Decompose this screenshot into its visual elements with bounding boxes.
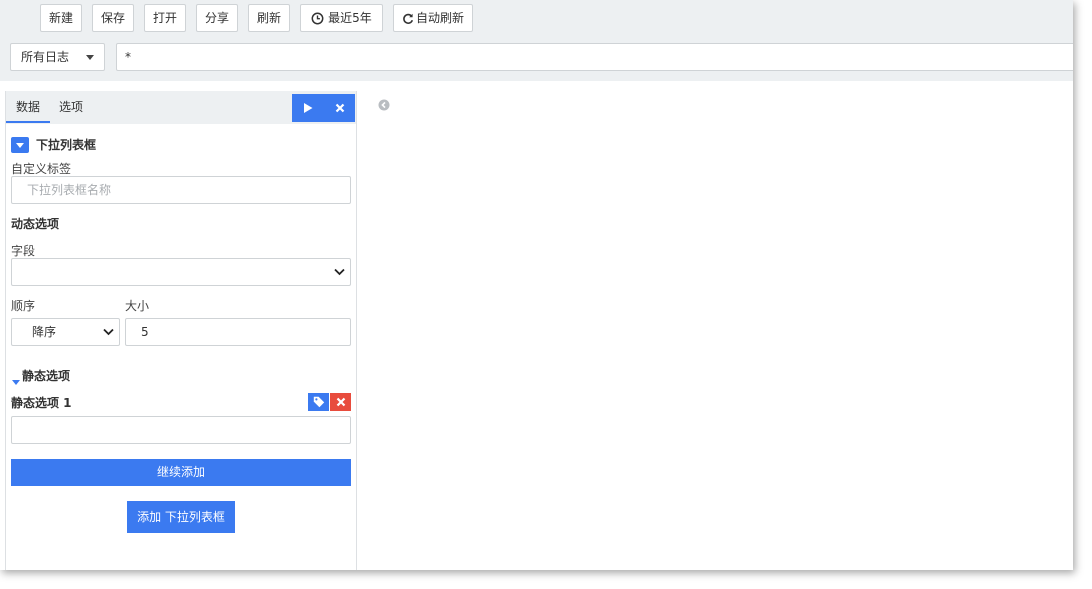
auto-refresh-button[interactable]: 自动刷新 — [393, 4, 473, 32]
clock-icon — [311, 12, 324, 25]
caret-down-icon — [12, 380, 20, 385]
query-input[interactable] — [116, 43, 1073, 71]
order-caption: 顺序 — [11, 299, 36, 313]
remove-option-button[interactable] — [330, 393, 351, 411]
open-button[interactable]: 打开 — [144, 4, 186, 32]
field-caption: 字段 — [11, 244, 36, 258]
static-option-input[interactable] — [11, 416, 351, 444]
log-source-select[interactable]: 所有日志 — [10, 43, 105, 71]
close-icon — [335, 103, 344, 113]
custom-label-caption: 自定义标签 — [11, 162, 72, 176]
search-bar: 所有日志 — [0, 38, 1073, 81]
app-window: 新建 保存 打开 分享 刷新 最近5年 自动刷新 所有日志 数据 选项 — [0, 0, 1073, 570]
add-dropdown-button[interactable]: 添加 下拉列表框 — [127, 501, 235, 533]
continue-add-button[interactable]: 继续添加 — [11, 459, 351, 486]
share-button[interactable]: 分享 — [196, 4, 238, 32]
caret-down-icon — [86, 55, 94, 60]
tag-icon — [313, 396, 324, 408]
toolbar: 新建 保存 打开 分享 刷新 最近5年 自动刷新 — [0, 0, 1073, 38]
time-range-button[interactable]: 最近5年 — [300, 4, 383, 32]
order-select-value: 降序 — [32, 325, 57, 339]
collapse-panel-button[interactable] — [378, 99, 390, 111]
tab-data[interactable]: 数据 — [6, 91, 50, 123]
section-collapse-toggle[interactable] — [11, 137, 29, 153]
auto-refresh-label: 自动刷新 — [415, 11, 464, 25]
chevron-down-icon — [334, 268, 345, 276]
chevron-down-icon — [103, 328, 114, 336]
tab-options[interactable]: 选项 — [59, 91, 89, 123]
order-select[interactable]: 降序 — [11, 318, 120, 346]
size-input[interactable] — [125, 318, 351, 346]
field-select[interactable] — [11, 258, 351, 286]
static-options-toggle[interactable] — [12, 374, 20, 388]
chevron-left-circle-icon — [378, 99, 390, 111]
dynamic-options-title: 动态选项 — [11, 217, 60, 231]
tag-button[interactable] — [308, 393, 329, 411]
log-source-value: 所有日志 — [21, 50, 70, 64]
time-range-label: 最近5年 — [328, 11, 372, 25]
custom-label-input[interactable] — [11, 176, 351, 204]
refresh-icon — [402, 13, 414, 25]
section-title: 下拉列表框 — [36, 138, 97, 152]
caret-down-icon — [16, 143, 24, 148]
static-option-label: 静态选项 1 — [11, 396, 72, 410]
control-editor-panel: 数据 选项 下拉列表框 自定义标签 动态选项 字段 顺序 大小 降序 — [5, 91, 357, 570]
panel-tab-bar: 数据 选项 — [6, 91, 356, 124]
size-caption: 大小 — [125, 299, 150, 313]
static-options-title: 静态选项 — [22, 369, 71, 383]
close-icon — [336, 397, 345, 407]
refresh-button[interactable]: 刷新 — [248, 4, 290, 32]
new-button[interactable]: 新建 — [40, 4, 82, 32]
play-icon — [304, 103, 313, 113]
close-button[interactable] — [324, 94, 355, 122]
save-button[interactable]: 保存 — [92, 4, 134, 32]
apply-button[interactable] — [292, 94, 324, 122]
